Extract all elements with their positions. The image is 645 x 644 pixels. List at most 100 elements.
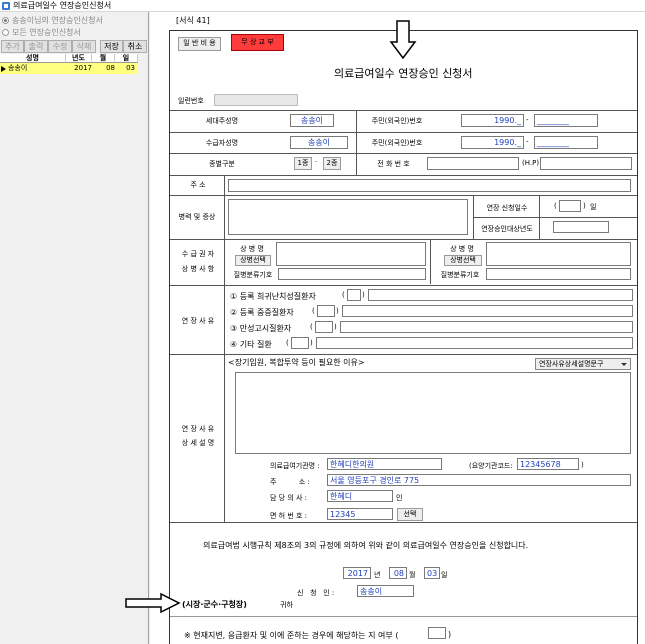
illness-section-label-2: 상 병 사 항	[181, 265, 215, 273]
reason-item-4-input[interactable]	[316, 337, 633, 349]
extension-days-label: 연장 신청일수	[486, 204, 528, 212]
disease-code-input-2[interactable]	[486, 268, 631, 280]
serial-number-label: 일련번호	[178, 97, 204, 105]
illness-select-button-2[interactable]: 상병선택	[444, 255, 482, 266]
illness-select-button-1[interactable]: 상병선택	[235, 255, 271, 266]
addressee-suffix: 귀하	[280, 601, 293, 609]
grid-header-name[interactable]: 성명	[0, 54, 66, 63]
reason-item-3-close: )	[334, 323, 337, 331]
householder-id-back-input[interactable]: ________	[534, 114, 598, 127]
class-1-button[interactable]: 1종	[294, 157, 312, 170]
class-dot: ·	[315, 158, 318, 166]
date-month-input[interactable]: 08	[389, 567, 407, 579]
class-label: 종별구분	[209, 160, 235, 168]
extension-year-input[interactable]	[553, 221, 609, 233]
reason-item-2-input[interactable]	[342, 305, 633, 317]
mobile-input[interactable]	[540, 157, 632, 170]
reason-item-4-label: ④ 기타 질환	[230, 340, 272, 349]
reason-item-3-check[interactable]	[315, 321, 333, 333]
general-fee-button[interactable]: 일 반 비 용	[178, 37, 221, 51]
mobile-label: (H.P)	[522, 159, 540, 167]
reason-item-3-label: ③ 만성고시질환자	[230, 324, 292, 333]
facility-code-input[interactable]: 12345678	[517, 458, 579, 470]
day-unit: 일	[441, 571, 448, 579]
recipient-name-input[interactable]: 송송이	[290, 136, 348, 149]
class-2-button[interactable]: 2종	[323, 157, 341, 170]
reason-item-2-label: ② 등록 중증질환자	[230, 308, 294, 317]
reason-item-1-close: )	[362, 291, 365, 299]
reason-item-1-open: (	[342, 291, 345, 299]
applicant-label: 신 청 인 :	[297, 589, 335, 597]
applicant-input[interactable]: 송송이	[357, 585, 414, 597]
householder-id-front-input[interactable]: 1990._	[461, 114, 524, 127]
edit-button[interactable]: 수정	[48, 40, 72, 53]
date-day-input[interactable]: 03	[424, 567, 440, 579]
grid-cell-month: 08	[106, 64, 115, 72]
radio-all-applications[interactable]: 모든 연장승인신청서	[2, 27, 81, 38]
facility-code-close: )	[581, 461, 584, 469]
left-pane: 송송이님의 연장승인신청서 모든 연장승인신청서 추가 출력 수정 삭제 저장 …	[0, 12, 149, 644]
recipient-name-label: 수급자성명	[205, 139, 239, 147]
illness-section-label-1: 수 급 권 자	[181, 250, 215, 258]
illness-name-label: 상 병 명	[450, 245, 474, 253]
serial-number-input[interactable]	[214, 94, 298, 106]
reason-item-1-input[interactable]	[368, 289, 633, 301]
householder-id-label: 주민(외국인)번호	[371, 117, 423, 125]
license-select-button[interactable]: 선택	[397, 508, 423, 521]
grid-cell-year: 2017	[74, 64, 92, 72]
delete-button[interactable]: 삭제	[72, 40, 96, 53]
address-label: 주 소	[190, 181, 206, 189]
footnote-close: )	[448, 630, 452, 639]
grid-header-day[interactable]: 일	[115, 54, 138, 63]
dropdown-value: 연장사유상세설명문구	[539, 360, 604, 368]
date-year-input[interactable]: 2017	[343, 567, 371, 579]
illness-name-input-1[interactable]	[276, 242, 426, 266]
statement-text: 의료급여법 시행규칙 제8조의 3의 규정에 의하여 위와 같이 의료급여일수 …	[203, 541, 529, 550]
reason-section-label: 연 장 사 유	[181, 317, 215, 325]
footnote-check[interactable]	[428, 627, 446, 639]
householder-name-input[interactable]: 송송이	[290, 114, 334, 127]
row-pointer-icon	[1, 66, 6, 72]
facility-input[interactable]: 한혜디한의원	[327, 458, 442, 470]
address-input[interactable]	[228, 179, 631, 192]
detail-textarea[interactable]	[235, 372, 631, 454]
dropdown-caret-icon	[621, 363, 627, 366]
ext-days-open: (	[554, 202, 557, 210]
table-row[interactable]: 송송이 2017 08 03	[0, 63, 138, 74]
add-button[interactable]: 추가	[1, 40, 24, 53]
radio-my-applications[interactable]: 송송이님의 연장승인신청서	[2, 15, 103, 26]
disease-input[interactable]	[228, 199, 468, 235]
free-issue-button[interactable]: 무 상 교 부	[231, 34, 284, 51]
cancel-button[interactable]: 취소	[123, 40, 147, 53]
addressee: (시장·군수·구청장)	[182, 600, 247, 609]
facility-address-input[interactable]: 서울 영등포구 경인로 775	[327, 474, 631, 486]
ext-days-unit: 일	[590, 203, 597, 211]
detail-section-label-2: 상 세 설 명	[181, 439, 215, 447]
detail-template-dropdown[interactable]: 연장사유상세설명문구	[535, 358, 631, 370]
print-button[interactable]: 출력	[24, 40, 48, 53]
reason-item-1-check[interactable]	[347, 289, 361, 301]
recipient-id-back-input[interactable]: ________	[534, 136, 598, 149]
recipient-id-front-input[interactable]: 1990._	[461, 136, 524, 149]
ext-days-close: )	[583, 202, 586, 210]
extension-days-input[interactable]	[559, 200, 581, 212]
application-grid: 성명 년도 월 일 송송이 2017 08 03	[0, 54, 138, 82]
radio-dot-icon	[2, 29, 9, 36]
reason-item-3-input[interactable]	[340, 321, 633, 333]
grid-header-month[interactable]: 월	[92, 54, 115, 63]
doctor-input[interactable]: 한혜디	[327, 490, 393, 502]
reason-item-2-check[interactable]	[317, 305, 335, 317]
footnote: ※ 현재지변, 응급환자 및 이에 준하는 경우에 해당하는 지 여부 (	[184, 631, 399, 640]
radio-label: 송송이님의 연장승인신청서	[12, 16, 103, 25]
phone-input[interactable]	[427, 157, 519, 170]
reason-item-1-label: ① 등록 희귀난치성질환자	[230, 292, 316, 301]
grid-header-year[interactable]: 년도	[66, 54, 92, 63]
window-titlebar: 의료급여일수 연장승인신청서	[0, 0, 645, 12]
reason-item-4-check[interactable]	[291, 337, 309, 349]
license-label: 면 허 번 호 :	[270, 512, 308, 520]
extension-year-label: 연장승인대상년도	[481, 225, 533, 233]
disease-code-input-1[interactable]	[278, 268, 426, 280]
save-button[interactable]: 저장	[100, 40, 123, 53]
illness-name-input-2[interactable]	[486, 242, 631, 266]
license-input[interactable]: 12345	[327, 508, 393, 520]
